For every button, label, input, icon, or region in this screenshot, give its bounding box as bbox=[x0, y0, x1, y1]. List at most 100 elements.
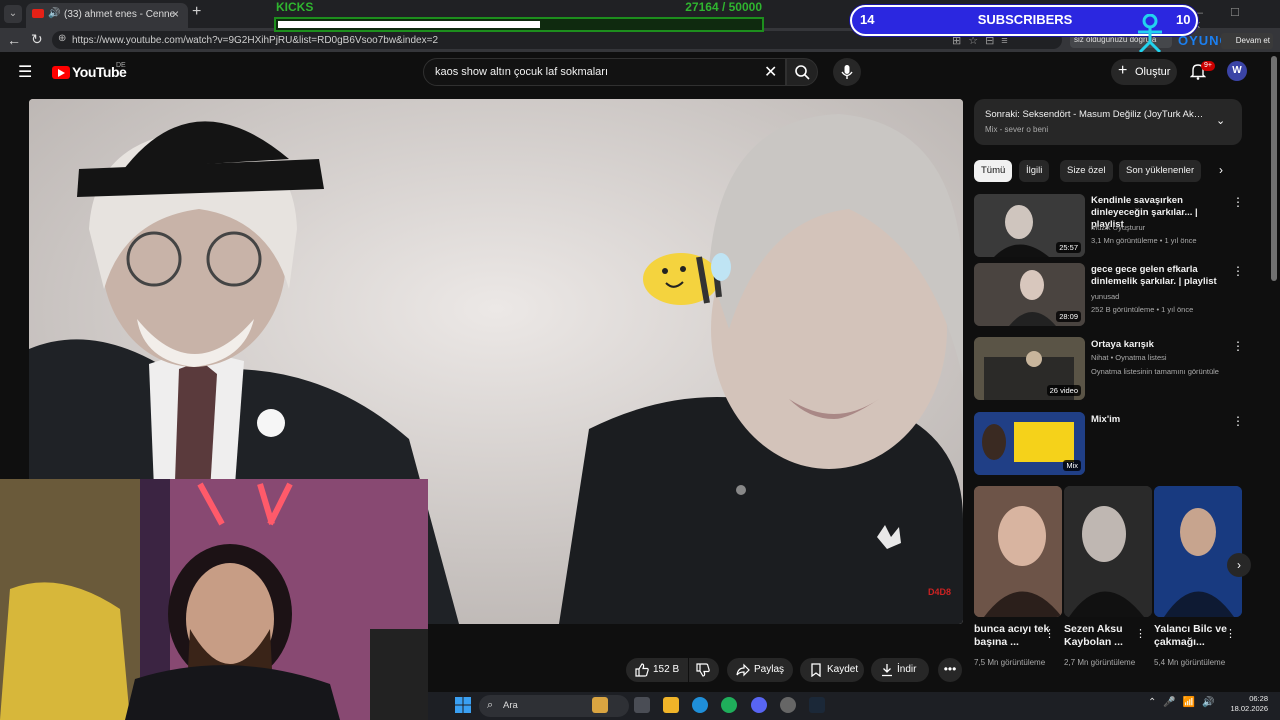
short-image bbox=[1064, 486, 1152, 617]
clear-search-icon[interactable]: ✕ bbox=[764, 62, 777, 82]
rec-thumbnail-1[interactable]: 25:57 bbox=[974, 194, 1085, 257]
chevron-down-icon[interactable]: ⌄ bbox=[1216, 114, 1225, 127]
weather-widget-icon[interactable] bbox=[592, 697, 608, 713]
system-tray-icons[interactable]: ⌃🎤📶🔊 bbox=[1148, 697, 1222, 708]
short-menu-icon[interactable]: ⋮ bbox=[1044, 627, 1055, 640]
like-count: 152 B bbox=[653, 664, 680, 675]
like-button[interactable]: 152 B bbox=[626, 658, 688, 682]
tab-title: (33) ahmet enes - Cennet (Offi bbox=[64, 9, 174, 20]
rec-title[interactable]: Ortaya karışık bbox=[1091, 339, 1226, 351]
playlist-panel[interactable] bbox=[974, 99, 1242, 145]
site-info-icon[interactable]: ⊕ bbox=[58, 33, 66, 44]
microphone-icon bbox=[841, 65, 853, 79]
short-image bbox=[974, 486, 1062, 617]
search-icon bbox=[795, 65, 810, 80]
short-menu-icon[interactable]: ⋮ bbox=[1225, 627, 1236, 640]
rec-meta: 3,1 Mn görüntüleme • 1 yıl önce bbox=[1091, 236, 1197, 245]
search-icon: ⌕ bbox=[487, 699, 494, 711]
url-text[interactable]: https://www.youtube.com/watch?v=9G2HXihP… bbox=[72, 35, 438, 46]
windows-start-icon[interactable] bbox=[455, 697, 471, 713]
steam-icon[interactable] bbox=[809, 697, 825, 713]
continue-chip[interactable]: Devam et bbox=[1221, 33, 1273, 49]
app-icon[interactable] bbox=[721, 697, 737, 713]
video-watermark: D4D8 bbox=[928, 587, 952, 597]
playlist-count-badge: 26 video bbox=[1046, 385, 1081, 396]
chip-all[interactable]: Tümü bbox=[974, 160, 1013, 182]
short-views: 7,5 Mn görüntüleme bbox=[974, 658, 1046, 667]
chip-for-you[interactable]: Size özel bbox=[1060, 160, 1113, 182]
rec-title[interactable]: Mix'im bbox=[1091, 414, 1226, 426]
speaker-icon[interactable]: 🔊 bbox=[48, 8, 60, 19]
task-view-icon[interactable] bbox=[634, 697, 650, 713]
account-avatar[interactable]: W bbox=[1227, 61, 1247, 81]
search-button[interactable] bbox=[786, 58, 818, 86]
short-thumbnail-1[interactable] bbox=[974, 486, 1062, 617]
clock-time: 06:28 bbox=[1249, 694, 1268, 703]
scrollbar-thumb[interactable] bbox=[1271, 56, 1277, 281]
back-arrow-icon[interactable]: ← bbox=[7, 32, 21, 48]
webcam-frame bbox=[0, 479, 428, 720]
taskbar-clock[interactable]: 06:28 18.02.2026 bbox=[1226, 694, 1268, 714]
obs-icon[interactable] bbox=[780, 697, 796, 713]
rec-meta[interactable]: Oynatma listesinin tamamını görüntüle bbox=[1091, 367, 1219, 376]
rec-channel[interactable]: yunusad bbox=[1091, 292, 1119, 301]
dislike-button[interactable] bbox=[689, 658, 719, 682]
up-next-title[interactable]: Sonraki: Seksendört - Masum Değiliz (Joy… bbox=[985, 109, 1205, 120]
download-icon bbox=[882, 664, 892, 677]
shorts-next-button[interactable]: › bbox=[1227, 553, 1251, 577]
clock-date: 18.02.2026 bbox=[1230, 704, 1268, 713]
share-icon bbox=[736, 663, 750, 677]
rec-menu-icon[interactable]: ⋮ bbox=[1232, 264, 1244, 278]
share-button[interactable]: Paylaş bbox=[727, 658, 793, 682]
edge-browser-icon[interactable] bbox=[692, 697, 708, 713]
rec-channel[interactable]: Müzik Uyuşturur bbox=[1091, 223, 1145, 232]
new-tab-button[interactable]: + bbox=[192, 3, 201, 21]
rec-menu-icon[interactable]: ⋮ bbox=[1232, 339, 1244, 353]
save-button[interactable]: Kaydet bbox=[800, 658, 864, 682]
rec-channel[interactable]: Nihat • Oynatma listesi bbox=[1091, 353, 1167, 362]
menu-icon[interactable]: ☰ bbox=[18, 62, 32, 82]
short-thumbnail-3[interactable] bbox=[1154, 486, 1242, 617]
browser-tab-active[interactable]: 🔊 (33) ahmet enes - Cennet (Offi × bbox=[26, 3, 188, 28]
short-title[interactable]: Yalancı Bilc ve çakmağı... bbox=[1154, 623, 1230, 649]
rec-thumbnail-2[interactable]: 28:09 bbox=[974, 263, 1085, 326]
short-views: 5,4 Mn görüntüleme bbox=[1154, 658, 1226, 667]
rec-thumbnail-4[interactable]: Mix bbox=[974, 412, 1085, 475]
download-button[interactable]: İndir bbox=[871, 658, 929, 682]
notification-badge: 9+ bbox=[1201, 61, 1215, 71]
rec-thumbnail-3[interactable]: 26 video bbox=[974, 337, 1085, 400]
plus-icon: + bbox=[1118, 62, 1128, 79]
download-label: İndir bbox=[897, 664, 917, 675]
more-actions-button[interactable]: ••• bbox=[938, 658, 962, 682]
short-views: 2,7 Mn görüntüleme bbox=[1064, 658, 1136, 667]
close-tab-icon[interactable]: × bbox=[172, 7, 179, 21]
rec-menu-icon[interactable]: ⋮ bbox=[1232, 195, 1244, 209]
reload-icon[interactable]: ↻ bbox=[31, 31, 43, 48]
voice-search-button[interactable] bbox=[833, 58, 861, 86]
chevron-right-icon[interactable]: › bbox=[1219, 163, 1223, 177]
duration-badge: 25:57 bbox=[1056, 242, 1081, 253]
tab-search-button[interactable]: ⌄ bbox=[4, 5, 22, 23]
kicks-goal-count: 27164 / 50000 bbox=[685, 0, 762, 14]
short-menu-icon[interactable]: ⋮ bbox=[1135, 627, 1146, 640]
up-next-subtitle: Mix - sever o beni bbox=[985, 125, 1049, 134]
youtube-favicon-icon bbox=[32, 9, 44, 18]
country-code: DE bbox=[116, 62, 126, 69]
short-title[interactable]: Sezen Aksu Kaybolan ... bbox=[1064, 623, 1140, 649]
subscribers-count-right: 10 bbox=[1176, 12, 1191, 27]
save-label: Kaydet bbox=[827, 664, 859, 675]
short-image bbox=[1154, 486, 1242, 617]
duration-badge: 28:09 bbox=[1056, 311, 1081, 322]
discord-icon[interactable] bbox=[751, 697, 767, 713]
chip-recent[interactable]: Son yüklenenler bbox=[1119, 160, 1202, 182]
rec-title[interactable]: gece gece gelen efkarla dinlemelik şarkı… bbox=[1091, 264, 1226, 288]
short-title[interactable]: bunca acıyı tek başına ... bbox=[974, 623, 1050, 649]
file-explorer-icon[interactable] bbox=[663, 697, 679, 713]
short-thumbnail-2[interactable] bbox=[1064, 486, 1152, 617]
rec-menu-icon[interactable]: ⋮ bbox=[1232, 414, 1244, 428]
rec-meta: 252 B görüntüleme • 1 yıl önce bbox=[1091, 305, 1194, 314]
chip-related[interactable]: İlgili bbox=[1019, 160, 1050, 182]
subscribers-count-left: 14 bbox=[860, 12, 875, 27]
search-query-text[interactable]: kaos show altın çocuk laf sokmaları bbox=[435, 66, 608, 78]
share-label: Paylaş bbox=[754, 664, 785, 675]
